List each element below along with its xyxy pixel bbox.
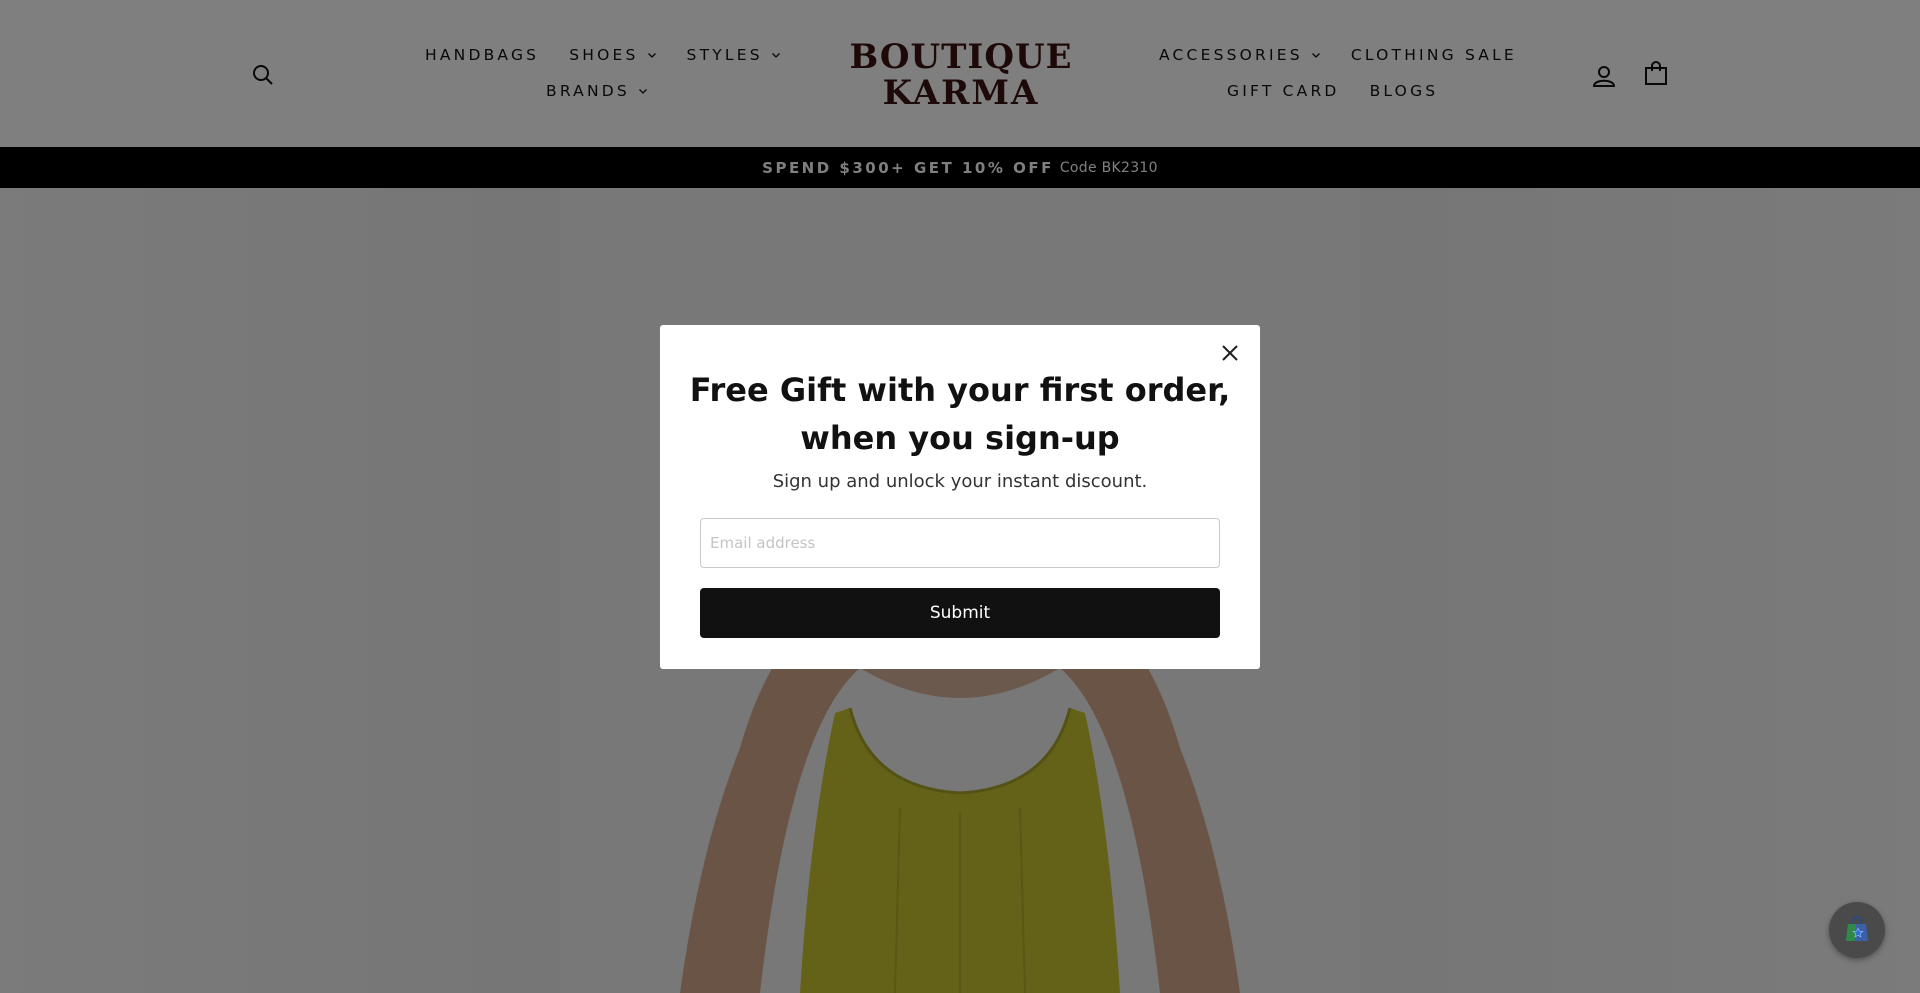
close-button[interactable] bbox=[1216, 339, 1244, 367]
modal-title: Free Gift with your first order, when yo… bbox=[660, 366, 1260, 462]
modal-subtitle: Sign up and unlock your instant discount… bbox=[772, 471, 1148, 492]
signup-modal: Free Gift with your first order, when yo… bbox=[660, 325, 1260, 669]
submit-button[interactable]: Submit bbox=[700, 588, 1220, 638]
floating-widget-button[interactable] bbox=[1829, 902, 1885, 958]
email-field[interactable] bbox=[700, 518, 1220, 568]
shopping-bag-icon bbox=[1846, 916, 1868, 941]
close-icon bbox=[1222, 345, 1238, 361]
modal-title-line-2: when you sign-up bbox=[800, 419, 1120, 457]
modal-title-line-1: Free Gift with your first order, bbox=[689, 371, 1231, 409]
